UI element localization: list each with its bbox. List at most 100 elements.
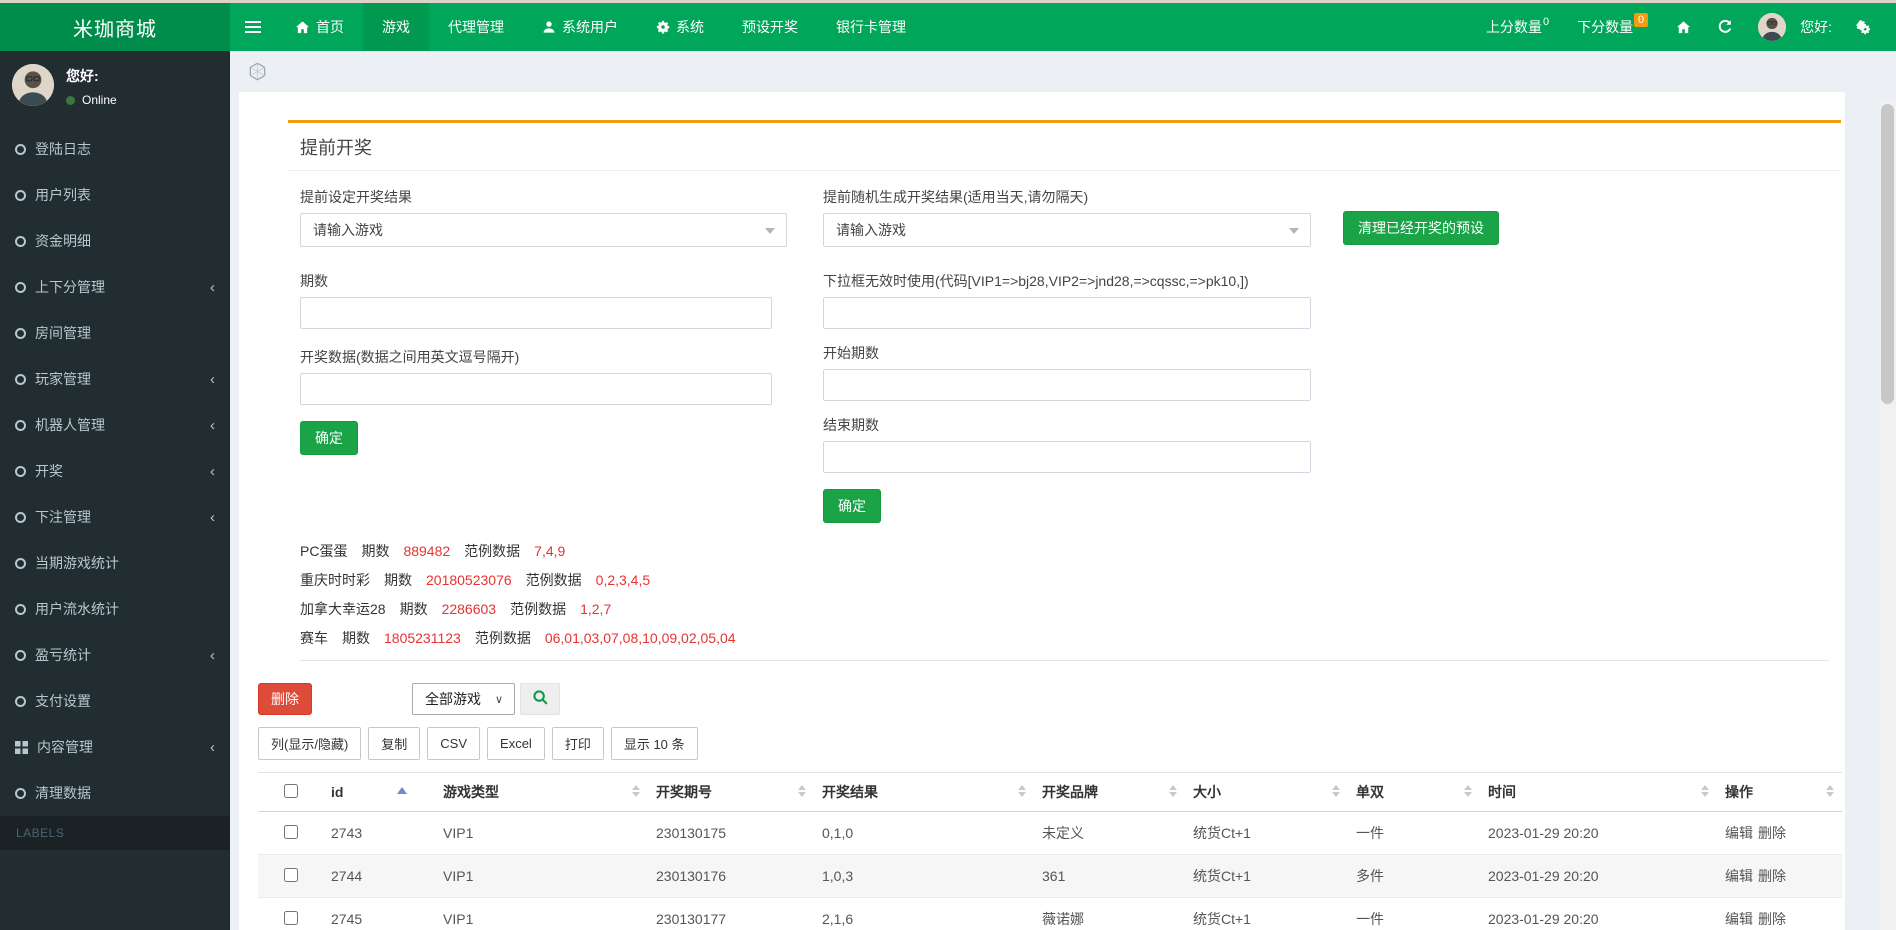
user-avatar[interactable] bbox=[1758, 13, 1786, 41]
vertical-scrollbar[interactable] bbox=[1879, 102, 1896, 930]
excel-button[interactable]: Excel bbox=[487, 727, 545, 760]
sidebar-item-user-list[interactable]: 用户列表 bbox=[0, 172, 230, 218]
cell-time: 2023-01-29 20:20 bbox=[1480, 855, 1717, 898]
sidebar-toggle-icon[interactable] bbox=[230, 3, 276, 51]
greeting-text: 您好: bbox=[1800, 17, 1832, 37]
cell-issue: 230130175 bbox=[648, 812, 814, 855]
header-issue[interactable]: 开奖期号 bbox=[648, 773, 814, 812]
table-header-row: id 游戏类型 开奖期号 开奖结果 开奖品牌 大小 单双 时间 操作 bbox=[258, 773, 1842, 812]
sidebar-item-bet-mgmt[interactable]: 下注管理‹ bbox=[0, 494, 230, 540]
chevron-left-icon: ‹ bbox=[210, 279, 215, 296]
cell-size: 统货Ct+1 bbox=[1185, 898, 1348, 930]
cogs-icon[interactable] bbox=[1846, 10, 1880, 44]
cell-brand: 薇诺娜 bbox=[1034, 898, 1185, 930]
sidebar-item-user-flow-stats[interactable]: 用户流水统计 bbox=[0, 586, 230, 632]
search-button[interactable] bbox=[520, 683, 560, 715]
confirm-left-button[interactable]: 确定 bbox=[300, 421, 358, 455]
header-size[interactable]: 大小 bbox=[1185, 773, 1348, 812]
cell-game-type: VIP1 bbox=[435, 812, 648, 855]
sidebar-item-score-mgmt[interactable]: 上下分管理‹ bbox=[0, 264, 230, 310]
end-period-label: 结束期数 bbox=[823, 415, 1311, 435]
fallback-code-input[interactable] bbox=[823, 297, 1311, 329]
start-period-input[interactable] bbox=[823, 369, 1311, 401]
sort-icon bbox=[1018, 785, 1026, 797]
edit-link[interactable]: 编辑 bbox=[1725, 825, 1753, 841]
cell-parity: 多件 bbox=[1348, 855, 1480, 898]
draw-data-input[interactable] bbox=[300, 373, 772, 405]
period-input[interactable] bbox=[300, 297, 772, 329]
sidebar-item-content-mgmt[interactable]: 内容管理‹ bbox=[0, 724, 230, 770]
chevron-left-icon: ‹ bbox=[210, 509, 215, 526]
nav-item-home[interactable]: 首页 bbox=[276, 3, 363, 51]
circle-icon bbox=[15, 144, 26, 155]
cell-size: 统货Ct+1 bbox=[1185, 812, 1348, 855]
header-game-type[interactable]: 游戏类型 bbox=[435, 773, 648, 812]
refresh-icon[interactable] bbox=[1708, 10, 1742, 44]
sidebar-item-player-mgmt[interactable]: 玩家管理‹ bbox=[0, 356, 230, 402]
search-icon bbox=[532, 689, 549, 709]
header-parity[interactable]: 单双 bbox=[1348, 773, 1480, 812]
nav-item-bank-cards[interactable]: 银行卡管理 bbox=[817, 3, 925, 51]
nav-item-preset-draw[interactable]: 预设开奖 bbox=[723, 3, 817, 51]
down-score-link[interactable]: 下分数量0 bbox=[1567, 17, 1658, 37]
example-line: 加拿大幸运28期数2286603范例数据1,2,7 bbox=[300, 599, 1829, 619]
preset-game-select[interactable]: 请输入游戏 bbox=[300, 213, 787, 247]
online-status-text: Online bbox=[82, 93, 117, 107]
circle-icon bbox=[15, 236, 26, 247]
copy-button[interactable]: 复制 bbox=[368, 727, 420, 760]
home-shortcut-icon[interactable] bbox=[1666, 10, 1700, 44]
sidebar-item-login-log[interactable]: 登陆日志 bbox=[0, 126, 230, 172]
brand-logo[interactable]: 米珈商城 bbox=[0, 3, 230, 51]
sidebar-item-payment-settings[interactable]: 支付设置 bbox=[0, 678, 230, 724]
header-time[interactable]: 时间 bbox=[1480, 773, 1717, 812]
row-checkbox[interactable] bbox=[284, 825, 298, 839]
select-all-checkbox[interactable] bbox=[284, 784, 298, 798]
cell-brand: 361 bbox=[1034, 855, 1185, 898]
table-row: 2743 VIP1 230130175 0,1,0 未定义 统货Ct+1 一件 … bbox=[258, 812, 1842, 855]
delete-link[interactable]: 删除 bbox=[1758, 868, 1786, 884]
sidebar-item-fund-detail[interactable]: 资金明细 bbox=[0, 218, 230, 264]
row-checkbox[interactable] bbox=[284, 868, 298, 882]
sidebar-item-profit-stats[interactable]: 盈亏统计‹ bbox=[0, 632, 230, 678]
sidebar-item-room-mgmt[interactable]: 房间管理 bbox=[0, 310, 230, 356]
header-actions[interactable]: 操作 bbox=[1717, 773, 1842, 812]
columns-toggle-button[interactable]: 列(显示/隐藏) bbox=[258, 727, 361, 760]
nav-item-system-users[interactable]: 系统用户 bbox=[523, 3, 637, 51]
chevron-left-icon: ‹ bbox=[210, 417, 215, 434]
sort-icon bbox=[1464, 785, 1472, 797]
confirm-right-button[interactable]: 确定 bbox=[823, 489, 881, 523]
edit-link[interactable]: 编辑 bbox=[1725, 868, 1753, 884]
widget-hexagon-icon[interactable] bbox=[248, 68, 267, 84]
up-score-link[interactable]: 上分数量0 bbox=[1476, 17, 1559, 37]
cell-id: 2743 bbox=[323, 812, 435, 855]
delete-link[interactable]: 删除 bbox=[1758, 825, 1786, 841]
sidebar-item-draw[interactable]: 开奖‹ bbox=[0, 448, 230, 494]
row-checkbox[interactable] bbox=[284, 911, 298, 925]
header-brand[interactable]: 开奖品牌 bbox=[1034, 773, 1185, 812]
page-length-button[interactable]: 显示 10 条 bbox=[611, 727, 698, 760]
nav-item-games[interactable]: 游戏 bbox=[363, 3, 429, 51]
end-period-input[interactable] bbox=[823, 441, 1311, 473]
header-result[interactable]: 开奖结果 bbox=[814, 773, 1034, 812]
header-id[interactable]: id bbox=[323, 773, 435, 812]
delete-link[interactable]: 删除 bbox=[1758, 911, 1786, 927]
print-button[interactable]: 打印 bbox=[552, 727, 604, 760]
cell-game-type: VIP1 bbox=[435, 855, 648, 898]
nav-item-agents[interactable]: 代理管理 bbox=[429, 3, 523, 51]
sidebar-item-robot-mgmt[interactable]: 机器人管理‹ bbox=[0, 402, 230, 448]
nav-item-system[interactable]: 系统 bbox=[637, 3, 723, 51]
csv-button[interactable]: CSV bbox=[427, 727, 480, 760]
delete-button[interactable]: 删除 bbox=[258, 683, 312, 715]
game-filter-select[interactable]: 全部游戏 ∨ bbox=[412, 683, 515, 715]
clear-preset-button[interactable]: 清理已经开奖的预设 bbox=[1343, 211, 1499, 245]
sidebar-item-current-game-stats[interactable]: 当期游戏统计 bbox=[0, 540, 230, 586]
sidebar-item-clean-data[interactable]: 清理数据 bbox=[0, 770, 230, 816]
cell-id: 2744 bbox=[323, 855, 435, 898]
sidebar-user-avatar[interactable] bbox=[12, 64, 54, 106]
cell-parity: 一件 bbox=[1348, 898, 1480, 930]
scrollbar-thumb[interactable] bbox=[1881, 104, 1894, 404]
cell-parity: 一件 bbox=[1348, 812, 1480, 855]
random-game-select[interactable]: 请输入游戏 bbox=[823, 213, 1311, 247]
circle-icon bbox=[15, 512, 26, 523]
edit-link[interactable]: 编辑 bbox=[1725, 911, 1753, 927]
